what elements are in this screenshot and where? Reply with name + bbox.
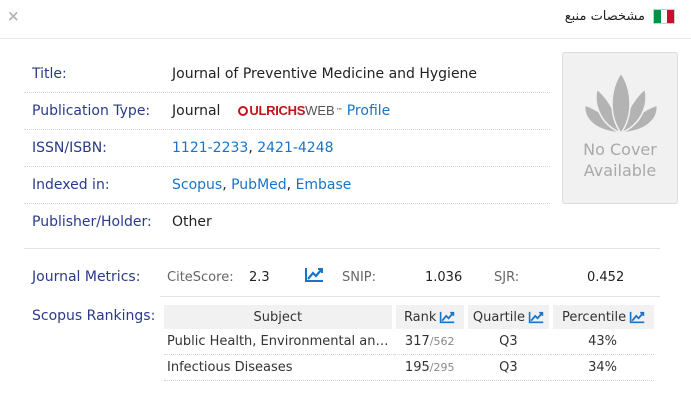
ulrichs-o-icon (238, 105, 249, 116)
subject-header: Subject (164, 305, 396, 329)
rankings-table: Subject Rank Quartile Percentile Public … (164, 305, 654, 381)
citescore-trend-icon[interactable] (304, 267, 324, 283)
journal-metrics-label: Journal Metrics: (32, 269, 141, 285)
divider (24, 248, 660, 249)
indexed-label: Indexed in: (32, 176, 110, 193)
title-row: Title: Journal of Preventive Medicine an… (24, 55, 550, 93)
subject-cell: Public Health, Environmental and Occupat… (164, 329, 394, 355)
quartile-cell: Q3 (465, 354, 552, 381)
publication-type-value: Journal (172, 102, 221, 119)
publisher-value: Other (172, 213, 212, 230)
sjr-label: SJR: (494, 270, 520, 285)
dialog-header: × مشخصات منبع (0, 0, 691, 39)
indexed-embase-link[interactable]: Embase (296, 177, 352, 193)
quartile-cell: Q3 (465, 329, 552, 355)
subject-cell: Infectious Diseases (164, 354, 394, 381)
sjr-value: 0.452 (587, 270, 625, 285)
issn-label: ISSN/ISBN: (32, 139, 107, 156)
lotus-icon (583, 71, 659, 135)
issn-link-1[interactable]: 1121-2233 (172, 140, 248, 156)
quartile-trend-icon[interactable] (528, 311, 544, 324)
indexed-scopus-link[interactable]: Scopus (172, 177, 222, 193)
rank-cell: 317/562 (393, 329, 466, 355)
snip-value: 1.036 (425, 270, 463, 285)
publication-type-row: Publication Type: Journal ULRICHS WEB ™ … (24, 92, 550, 130)
title-label: Title: (32, 65, 67, 82)
rank-trend-icon[interactable] (439, 311, 455, 324)
percentile-header: Percentile (551, 305, 654, 329)
dialog-title: مشخصات منبع (564, 9, 645, 24)
cover-line-1: No Cover (583, 140, 657, 159)
rank-header: Rank (393, 305, 468, 329)
cover-placeholder: No Cover Available (562, 52, 678, 204)
snip-label: SNIP: (342, 270, 377, 285)
citescore-value: 2.3 (249, 270, 270, 285)
indexed-pubmed-link[interactable]: PubMed (231, 177, 287, 193)
indexed-row: Indexed in: Scopus, PubMed, Embase (24, 166, 550, 204)
percentile-cell: 43% (551, 329, 654, 355)
table-row: Infectious Diseases 195/295 Q3 34% (164, 354, 654, 381)
percentile-cell: 34% (551, 354, 654, 381)
publisher-row: Publisher/Holder: Other (24, 203, 550, 240)
issn-row: ISSN/ISBN: 1121-2233, 2421-4248 (24, 129, 550, 167)
close-icon[interactable]: × (7, 7, 20, 25)
publisher-label: Publisher/Holder: (32, 213, 152, 230)
cover-line-2: Available (583, 161, 657, 180)
citescore-label: CiteScore: (167, 270, 234, 285)
percentile-trend-icon[interactable] (629, 311, 645, 324)
scopus-rankings-label: Scopus Rankings: (32, 308, 156, 324)
ulrichs-profile-link[interactable]: Profile (347, 103, 391, 119)
issn-link-2[interactable]: 2421-4248 (257, 140, 333, 156)
metrics-divider (160, 296, 660, 297)
publication-type-label: Publication Type: (32, 102, 151, 119)
rank-cell: 195/295 (393, 354, 466, 381)
journal-title: Journal of Preventive Medicine and Hygie… (172, 65, 478, 82)
quartile-header: Quartile (465, 305, 554, 329)
italy-flag-icon (653, 9, 675, 24)
ulrichsweb-logo[interactable]: ULRICHS WEB ™ (238, 103, 343, 118)
table-row: Public Health, Environmental and Occupat… (164, 329, 654, 355)
